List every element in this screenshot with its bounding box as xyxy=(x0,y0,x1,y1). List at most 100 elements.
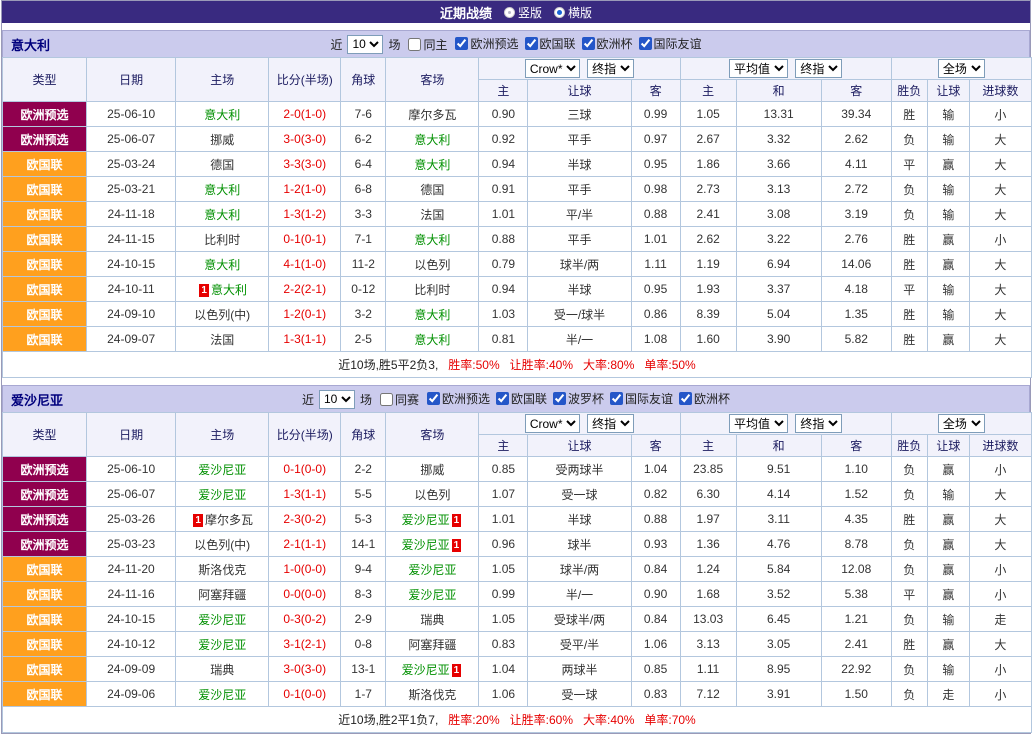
league-cell: 欧国联 xyxy=(3,582,87,607)
league-filter-label: 欧洲杯 xyxy=(597,35,633,52)
corner-cell: 2-9 xyxy=(341,607,386,632)
scope-select[interactable]: 全场 xyxy=(938,59,985,78)
away-team-cell: 摩尔多瓦 xyxy=(386,102,479,127)
league-checkbox-input[interactable] xyxy=(496,392,509,405)
euro-final-select[interactable]: 终指 xyxy=(795,414,842,433)
league-filter-checkbox[interactable]: 国际友谊 xyxy=(610,390,673,407)
euro-away-odds-cell: 4.11 xyxy=(821,152,891,177)
asian-away-odds-cell: 0.95 xyxy=(631,277,680,302)
euro-draw-odds-cell: 4.14 xyxy=(736,482,821,507)
odds-source-select[interactable]: Crow* xyxy=(525,59,580,78)
euro-draw-odds-cell: 3.05 xyxy=(736,632,821,657)
league-filter-checkbox[interactable]: 欧洲预选 xyxy=(427,390,490,407)
same-filter-checkbox[interactable]: 同赛 xyxy=(380,391,419,408)
match-row: 欧国联24-09-06爱沙尼亚0-1(0-0)1-7斯洛伐克1.06受一球0.8… xyxy=(3,682,1032,707)
euro-final-select[interactable]: 终指 xyxy=(795,59,842,78)
summary-stat: 让胜率:40% xyxy=(510,358,573,372)
league-filter-checkbox[interactable]: 国际友谊 xyxy=(639,35,702,52)
goals-result-cell: 大 xyxy=(969,202,1031,227)
asian-home-odds-cell: 0.94 xyxy=(479,277,528,302)
corner-cell: 7-1 xyxy=(341,227,386,252)
handicap-result-cell: 走 xyxy=(927,682,969,707)
handicap-result-cell: 赢 xyxy=(927,582,969,607)
handicap-cell: 半球 xyxy=(528,277,631,302)
away-team-cell: 以色列 xyxy=(386,252,479,277)
league-filter-checkbox[interactable]: 波罗杯 xyxy=(553,390,604,407)
asian-home-odds-cell: 0.96 xyxy=(479,532,528,557)
scope-select[interactable]: 全场 xyxy=(938,414,985,433)
euro-average-select[interactable]: 平均值 xyxy=(729,414,788,433)
score-cell: 2-3(0-2) xyxy=(269,507,341,532)
match-row: 欧国联24-09-07法国1-3(1-1)2-5意大利0.81半/一1.081.… xyxy=(3,327,1032,352)
euro-away-odds-cell: 12.08 xyxy=(821,557,891,582)
league-checkbox-input[interactable] xyxy=(679,392,692,405)
col-date-header: 日期 xyxy=(87,413,176,457)
league-cell: 欧国联 xyxy=(3,632,87,657)
corner-cell: 13-1 xyxy=(341,657,386,682)
red-card-badge: 1 xyxy=(452,664,462,677)
radio-vertical-layout[interactable]: 竖版 xyxy=(504,4,542,21)
euro-away-odds-cell: 5.82 xyxy=(821,327,891,352)
radio-horizontal-layout[interactable]: 横版 xyxy=(554,4,592,21)
euro-home-odds-cell: 2.67 xyxy=(680,127,736,152)
match-row: 欧国联24-09-10以色列(中)1-2(0-1)3-2意大利1.03受一/球半… xyxy=(3,302,1032,327)
summary-stat: 大率:40% xyxy=(583,713,634,727)
handicap-cell: 球半 xyxy=(528,532,631,557)
league-cell: 欧洲预选 xyxy=(3,127,87,152)
away-team-cell: 法国 xyxy=(386,202,479,227)
col-score-header: 比分(半场) xyxy=(269,413,341,457)
euro-away-odds-cell: 39.34 xyxy=(821,102,891,127)
league-cell: 欧国联 xyxy=(3,202,87,227)
sub-result-header: 胜负 xyxy=(891,80,927,102)
same-filter-label: 同主 xyxy=(423,36,447,53)
league-checkbox-input[interactable] xyxy=(455,37,468,50)
euro-home-odds-cell: 1.93 xyxy=(680,277,736,302)
odds-source-select[interactable]: Crow* xyxy=(525,414,580,433)
league-checkbox-input[interactable] xyxy=(553,392,566,405)
asian-away-odds-cell: 0.84 xyxy=(631,557,680,582)
handicap-cell: 球半/两 xyxy=(528,557,631,582)
same-checkbox-input[interactable] xyxy=(408,38,421,51)
result-cell: 负 xyxy=(891,202,927,227)
date-cell: 24-09-10 xyxy=(87,302,176,327)
euro-home-odds-cell: 3.13 xyxy=(680,632,736,657)
score-cell: 3-3(3-0) xyxy=(269,152,341,177)
handicap-result-cell: 输 xyxy=(927,302,969,327)
euro-home-odds-cell: 2.41 xyxy=(680,202,736,227)
league-checkbox-input[interactable] xyxy=(582,37,595,50)
score-cell: 0-1(0-0) xyxy=(269,457,341,482)
odds-final-select[interactable]: 终指 xyxy=(587,59,634,78)
result-cell: 胜 xyxy=(891,252,927,277)
same-filter-checkbox[interactable]: 同主 xyxy=(408,36,447,53)
league-cell: 欧洲预选 xyxy=(3,457,87,482)
league-filter-checkbox[interactable]: 欧国联 xyxy=(496,390,547,407)
match-count-select[interactable]: 10 xyxy=(347,35,383,54)
asian-home-odds-cell: 1.05 xyxy=(479,607,528,632)
asian-away-odds-cell: 0.98 xyxy=(631,177,680,202)
league-checkbox-input[interactable] xyxy=(427,392,440,405)
euro-draw-odds-cell: 3.11 xyxy=(736,507,821,532)
euro-away-odds-cell: 2.76 xyxy=(821,227,891,252)
league-filter-checkbox[interactable]: 欧国联 xyxy=(525,35,576,52)
summary-stat: 胜率:50% xyxy=(448,358,499,372)
score-cell: 2-1(1-1) xyxy=(269,532,341,557)
league-filter-checkbox[interactable]: 欧洲杯 xyxy=(582,35,633,52)
league-filter-checkbox[interactable]: 欧洲预选 xyxy=(455,35,518,52)
league-filter-label: 欧洲预选 xyxy=(442,390,490,407)
league-checkbox-input[interactable] xyxy=(639,37,652,50)
league-filter-checkbox[interactable]: 欧洲杯 xyxy=(679,390,730,407)
league-checkbox-input[interactable] xyxy=(525,37,538,50)
league-checkbox-input[interactable] xyxy=(610,392,623,405)
euro-draw-odds-cell: 5.04 xyxy=(736,302,821,327)
sub-avg-home-header: 主 xyxy=(680,435,736,457)
same-checkbox-input[interactable] xyxy=(380,393,393,406)
date-cell: 25-03-21 xyxy=(87,177,176,202)
handicap-cell: 球半/两 xyxy=(528,252,631,277)
goals-result-cell: 小 xyxy=(969,102,1031,127)
odds-final-select[interactable]: 终指 xyxy=(587,414,634,433)
results-body: 欧洲预选25-06-10意大利2-0(1-0)7-6摩尔多瓦0.90三球0.99… xyxy=(3,102,1032,378)
asian-away-odds-cell: 1.01 xyxy=(631,227,680,252)
match-count-select[interactable]: 10 xyxy=(319,390,355,409)
corner-cell: 0-12 xyxy=(341,277,386,302)
euro-average-select[interactable]: 平均值 xyxy=(729,59,788,78)
